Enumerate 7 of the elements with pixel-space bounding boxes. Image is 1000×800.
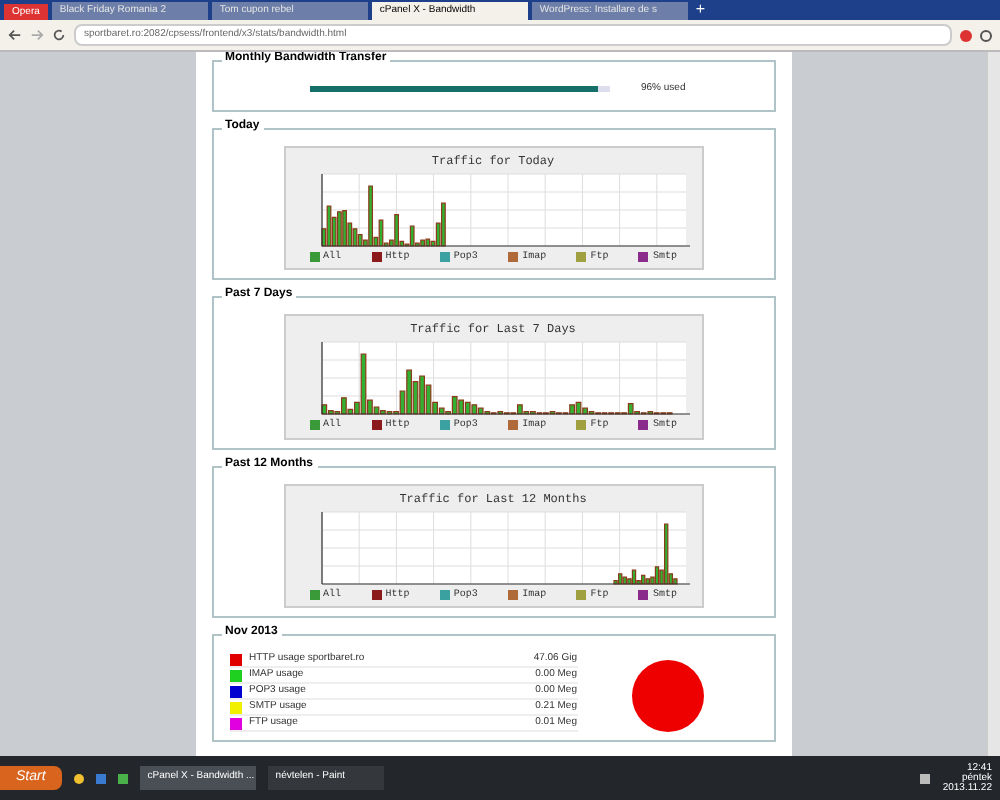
new-tab-button[interactable]: + (695, 2, 706, 18)
power-icon[interactable] (980, 29, 992, 41)
usage-pie-chart (631, 660, 703, 732)
tray-icon[interactable] (920, 773, 931, 783)
back-icon[interactable] (8, 28, 22, 42)
extension-icon[interactable] (960, 29, 972, 41)
reload-icon[interactable] (52, 28, 66, 42)
